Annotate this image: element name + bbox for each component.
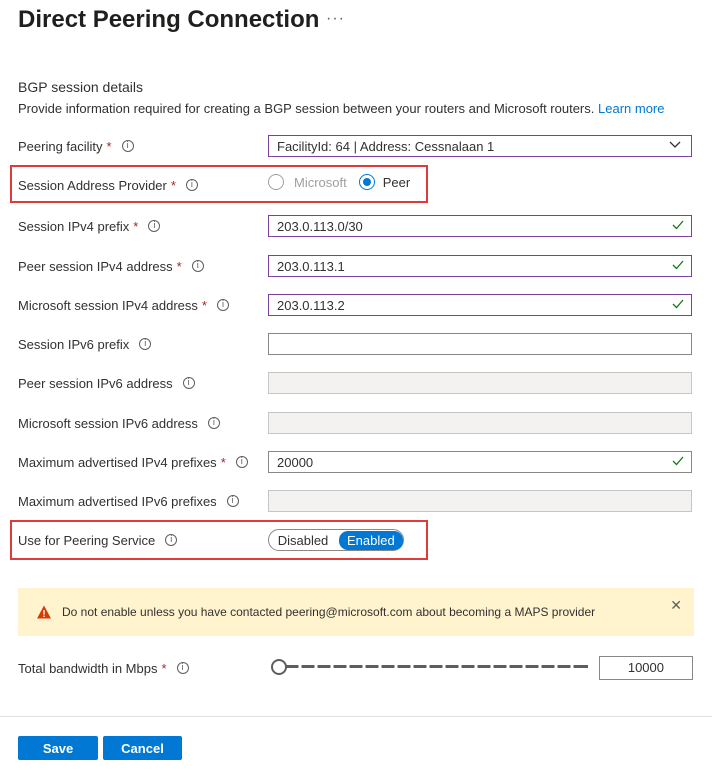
- peer-session-ipv4-label: Peer session IPv4 address * i: [18, 256, 204, 276]
- check-icon: [672, 299, 684, 309]
- section-title: BGP session details: [18, 79, 144, 95]
- max-ipv4-prefixes-label: Maximum advertised IPv4 prefixes * i: [18, 452, 248, 472]
- footer-divider: [0, 716, 712, 717]
- warning-text: Do not enable unless you have contacted …: [62, 605, 596, 619]
- check-icon: [672, 456, 684, 466]
- required-marker: *: [133, 218, 139, 234]
- label-text: Peer session IPv6 address: [18, 375, 173, 391]
- label-text: Session IPv6 prefix: [18, 336, 130, 352]
- microsoft-session-ipv6-input: [268, 412, 692, 434]
- cancel-button[interactable]: Cancel: [103, 736, 182, 760]
- input-value: 203.0.113.2: [277, 297, 345, 313]
- label-text: Session IPv4 prefix: [18, 218, 130, 234]
- page-title: Direct Peering Connection: [18, 6, 320, 33]
- bandwidth-label: Total bandwidth in Mbps * i: [18, 658, 189, 678]
- input-value: 20000: [277, 454, 314, 470]
- section-description: Provide information required for creatin…: [18, 101, 664, 116]
- save-button[interactable]: Save: [18, 736, 98, 760]
- info-icon[interactable]: i: [139, 338, 152, 350]
- peer-session-ipv6-input: [268, 372, 692, 394]
- info-icon[interactable]: i: [207, 417, 220, 429]
- session-ipv4-prefix-input[interactable]: 203.0.113.0/30: [268, 215, 692, 237]
- peering-facility-label: Peering facility * i: [18, 136, 134, 156]
- label-text: Peering facility: [18, 138, 103, 154]
- session-ipv6-prefix-input[interactable]: [268, 333, 692, 355]
- label-text: Maximum advertised IPv6 prefixes: [18, 493, 217, 509]
- info-icon[interactable]: i: [235, 456, 248, 468]
- peering-facility-dropdown[interactable]: FacilityId: 64 | Address: Cessnalaan 1: [268, 135, 692, 157]
- radio-peer[interactable]: [358, 174, 375, 190]
- info-icon[interactable]: i: [191, 260, 204, 272]
- session-ipv4-prefix-label: Session IPv4 prefix * i: [18, 216, 161, 236]
- info-icon[interactable]: i: [148, 220, 161, 232]
- required-marker: *: [161, 660, 167, 676]
- bandwidth-slider-thumb[interactable]: [271, 659, 287, 675]
- info-icon[interactable]: i: [176, 662, 189, 674]
- required-marker: *: [201, 297, 207, 313]
- info-icon[interactable]: i: [216, 299, 229, 311]
- session-address-provider-radios: Microsoft Peer: [268, 174, 410, 190]
- info-icon[interactable]: i: [121, 140, 134, 152]
- dropdown-value: FacilityId: 64 | Address: Cessnalaan 1: [277, 138, 495, 154]
- microsoft-session-ipv6-label: Microsoft session IPv6 address i: [18, 413, 220, 433]
- peering-service-toggle[interactable]: Disabled Enabled: [268, 529, 404, 551]
- microsoft-session-ipv4-label: Microsoft session IPv4 address * i: [18, 295, 229, 315]
- max-ipv6-prefixes-input: [268, 490, 692, 512]
- label-text: Maximum advertised IPv4 prefixes: [18, 454, 217, 470]
- label-text: Session Address Provider: [18, 177, 167, 193]
- toggle-disabled-option[interactable]: Disabled: [269, 533, 337, 548]
- learn-more-link[interactable]: Learn more: [598, 101, 664, 116]
- required-marker: *: [176, 258, 182, 274]
- max-ipv6-prefixes-label: Maximum advertised IPv6 prefixes i: [18, 491, 239, 511]
- radio-microsoft-label: Microsoft: [294, 174, 347, 190]
- required-marker: *: [170, 177, 176, 193]
- warning-banner: Do not enable unless you have contacted …: [18, 588, 694, 636]
- info-icon[interactable]: i: [165, 534, 178, 546]
- peer-session-ipv4-input[interactable]: 203.0.113.1: [268, 255, 692, 277]
- bandwidth-slider-track[interactable]: [280, 661, 590, 673]
- more-options-icon[interactable]: ···: [326, 10, 345, 28]
- info-icon[interactable]: i: [185, 179, 198, 191]
- required-marker: *: [220, 454, 226, 470]
- required-marker: *: [106, 138, 112, 154]
- radio-microsoft[interactable]: [268, 174, 284, 190]
- microsoft-session-ipv4-input[interactable]: 203.0.113.2: [268, 294, 692, 316]
- max-ipv4-prefixes-input[interactable]: 20000: [268, 451, 692, 473]
- label-text: Total bandwidth in Mbps: [18, 660, 158, 676]
- close-icon[interactable]: ✕: [670, 597, 682, 614]
- peering-service-label: Use for Peering Service i: [18, 530, 178, 550]
- toggle-enabled-option[interactable]: Enabled: [339, 530, 403, 550]
- info-icon[interactable]: i: [182, 377, 195, 389]
- bandwidth-input[interactable]: 10000: [599, 656, 693, 680]
- label-text: Microsoft session IPv4 address: [18, 297, 198, 313]
- check-icon: [672, 220, 684, 230]
- label-text: Microsoft session IPv6 address: [18, 415, 198, 431]
- peer-session-ipv6-label: Peer session IPv6 address i: [18, 373, 195, 393]
- check-icon: [672, 260, 684, 270]
- chevron-down-icon: [669, 141, 681, 148]
- input-value: 203.0.113.1: [277, 258, 345, 274]
- label-text: Use for Peering Service: [18, 532, 156, 548]
- radio-peer-label: Peer: [382, 174, 411, 190]
- label-text: Peer session IPv4 address: [18, 258, 173, 274]
- description-text: Provide information required for creatin…: [18, 101, 595, 116]
- session-ipv6-prefix-label: Session IPv6 prefix i: [18, 334, 152, 354]
- session-address-provider-label: Session Address Provider * i: [18, 175, 198, 195]
- info-icon[interactable]: i: [226, 495, 239, 507]
- input-value: 203.0.113.0/30: [277, 218, 363, 234]
- warning-icon: [37, 605, 51, 619]
